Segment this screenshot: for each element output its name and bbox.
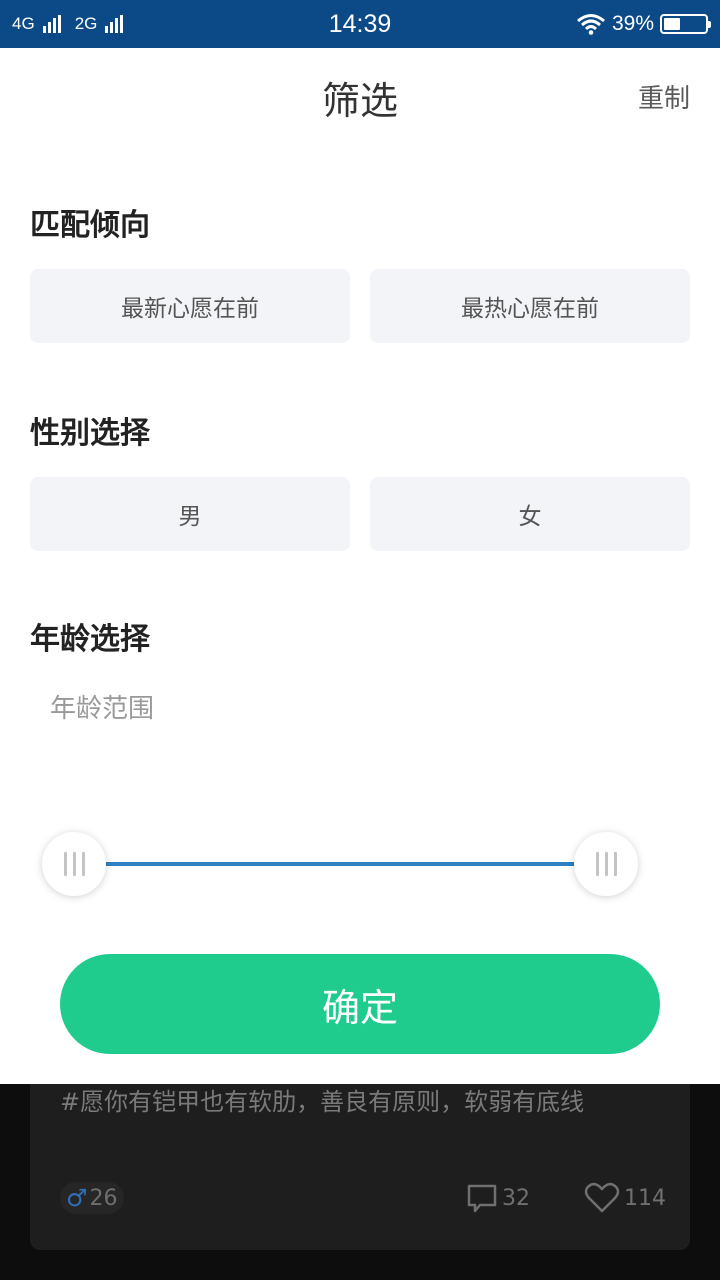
heart-icon <box>584 1182 620 1213</box>
confirm-button[interactable]: 确定 <box>60 954 660 1054</box>
post-text: #愿你有铠甲也有软肋，善良有原则，软弱有底线 <box>60 1088 585 1116</box>
like-stat: 114 <box>584 1182 666 1214</box>
battery-icon <box>660 14 711 34</box>
signal-icon <box>42 15 61 33</box>
battery-percent: 39% <box>611 12 654 35</box>
option-female[interactable]: 女 <box>370 477 690 551</box>
comment-count: 32 <box>502 1185 530 1211</box>
network-label-1: 4G <box>12 14 35 33</box>
network-indicators: 4G 2G <box>12 14 131 34</box>
comment-stat: 32 <box>466 1182 530 1214</box>
age-slider-max-handle[interactable] <box>574 832 638 896</box>
gender-badge: ♂ 26 <box>60 1182 124 1214</box>
gender-section-title: 性别选择 <box>30 416 150 451</box>
wifi-icon <box>577 14 605 35</box>
page-title: 筛选 <box>321 79 398 123</box>
gender-count: 26 <box>89 1185 118 1211</box>
option-newest-first[interactable]: 最新心愿在前 <box>30 269 350 343</box>
age-slider-track[interactable] <box>74 862 606 866</box>
age-range-label: 年龄范围 <box>50 694 155 724</box>
male-icon: ♂ <box>66 1184 88 1212</box>
match-section-title: 匹配倾向 <box>30 208 150 243</box>
option-hottest-first[interactable]: 最热心愿在前 <box>370 269 690 343</box>
like-count: 114 <box>624 1185 666 1211</box>
option-male[interactable]: 男 <box>30 477 350 551</box>
status-right: 39% <box>576 12 711 36</box>
age-section-title: 年龄选择 <box>30 622 150 657</box>
reset-button[interactable]: 重制 <box>638 78 690 115</box>
filter-sheet: 筛选 重制 匹配倾向 最新心愿在前 最热心愿在前 性别选择 男 女 年龄选择 年… <box>0 48 720 1084</box>
battery-level <box>664 18 680 30</box>
status-bar: 4G 2G 14:39 39% <box>0 0 720 48</box>
signal-icon <box>105 15 124 33</box>
background-post-card: #愿你有铠甲也有软肋，善良有原则，软弱有底线 ♂ 26 32 114 <box>30 1084 690 1250</box>
comment-icon <box>467 1184 497 1213</box>
age-slider-min-handle[interactable] <box>42 832 106 896</box>
network-label-2: 2G <box>74 14 98 33</box>
